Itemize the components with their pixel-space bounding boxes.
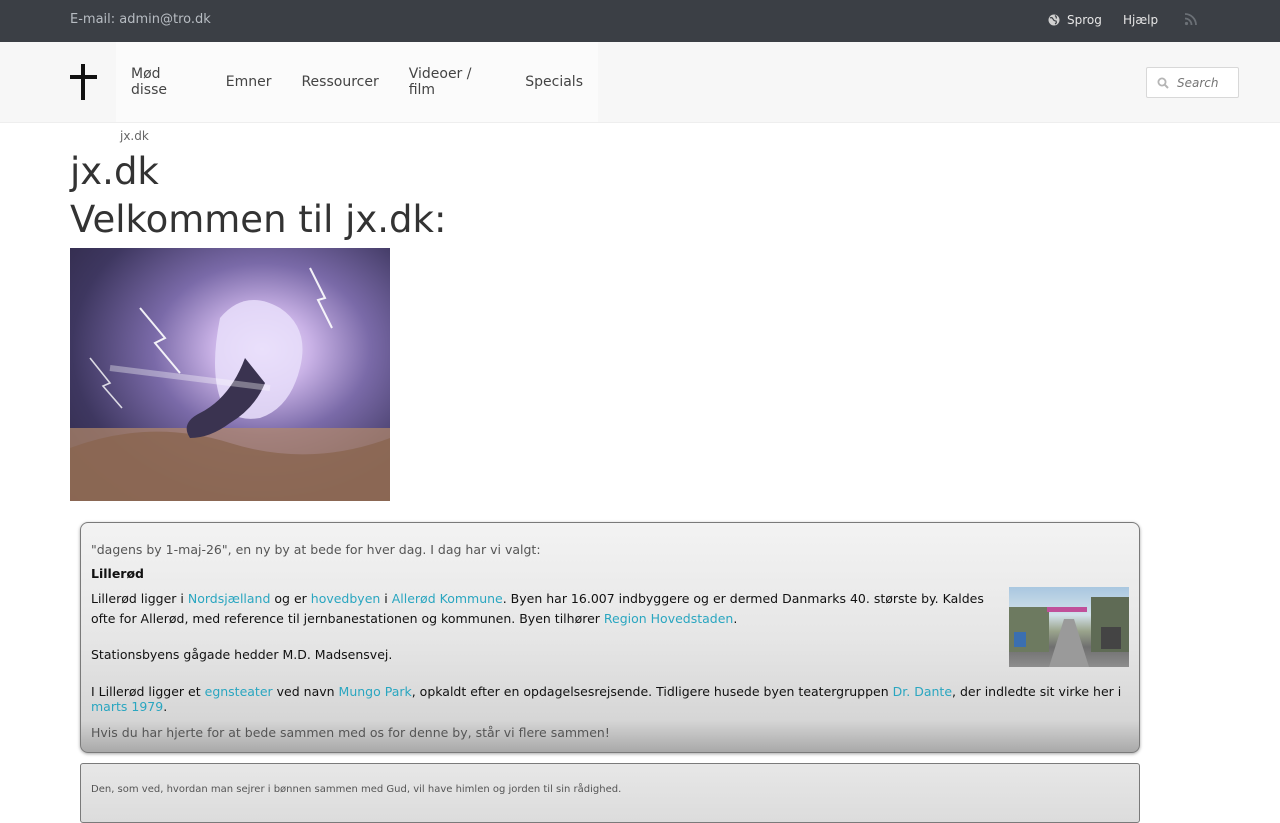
breadcrumb[interactable]: jx.dk [120, 129, 149, 143]
link-allerod-kommune[interactable]: Allerød Kommune [392, 591, 503, 606]
rss-icon[interactable] [1184, 12, 1198, 26]
main-menu: Mød disse Emner Ressourcer Videoer / fil… [116, 42, 598, 122]
search-input[interactable] [1177, 74, 1235, 92]
globe-icon [1048, 14, 1060, 26]
top-bar: E-mail: admin@tro.dk Sprog Hjælp [0, 0, 1280, 42]
city-name: Lillerød [91, 566, 144, 581]
welcome-heading: Velkommen til jx.dk: [70, 198, 447, 241]
city-theatre-info: I Lillerød ligger et egnsteater ved navn… [91, 684, 1122, 714]
city-description: Lillerød ligger i Nordsjælland og er hov… [91, 591, 984, 626]
link-mungo-park[interactable]: Mungo Park [339, 684, 412, 699]
card-outro: Hvis du har hjerte for at bede sammen me… [91, 725, 610, 740]
cross-icon[interactable] [70, 64, 98, 100]
link-nordsjaelland[interactable]: Nordsjælland [188, 591, 271, 606]
page-title: jx.dk [70, 150, 159, 193]
quote-card: Den, som ved, hvordan man sejrer i bønne… [80, 763, 1140, 823]
nav-item-emner[interactable]: Emner [226, 74, 272, 90]
link-dr-dante[interactable]: Dr. Dante [893, 684, 952, 699]
nav-item-ressourcer[interactable]: Ressourcer [301, 74, 378, 90]
language-label: Sprog [1067, 13, 1102, 27]
help-link[interactable]: Hjælp [1123, 13, 1158, 27]
city-of-the-day-card: "dagens by 1-maj-26", en ny by at bede f… [80, 522, 1140, 753]
quote-text: Den, som ved, hvordan man sejrer i bønne… [91, 784, 622, 795]
nav-item-mod-disse[interactable]: Mød disse [131, 66, 196, 98]
contact-email[interactable]: E-mail: admin@tro.dk [70, 12, 211, 27]
hero-image [70, 248, 390, 501]
nav-item-specials[interactable]: Specials [525, 74, 583, 90]
link-region-hovedstaden[interactable]: Region Hovedstaden [604, 611, 733, 626]
city-photo [1009, 587, 1129, 667]
nav-item-videoer[interactable]: Videoer / film [409, 66, 496, 98]
city-street-info: Stationsbyens gågade hedder M.D. Madsens… [91, 647, 393, 662]
link-egnsteater[interactable]: egnsteater [205, 684, 273, 699]
search-box [1146, 67, 1239, 98]
link-marts-1979[interactable]: marts 1979 [91, 699, 163, 714]
search-icon [1157, 77, 1169, 89]
card-intro: "dagens by 1-maj-26", en ny by at bede f… [91, 542, 541, 557]
language-menu[interactable]: Sprog [1048, 13, 1102, 27]
link-hovedbyen[interactable]: hovedbyen [311, 591, 381, 606]
